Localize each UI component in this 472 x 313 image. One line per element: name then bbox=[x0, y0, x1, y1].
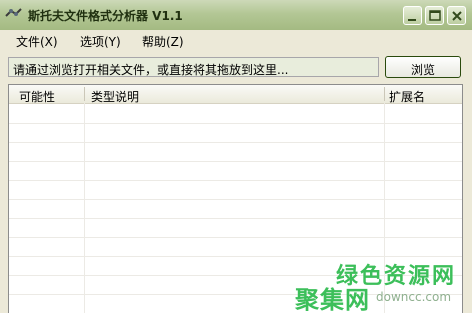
minimize-button[interactable] bbox=[403, 6, 422, 25]
app-window: 斯托夫文件格式分析器 V1.1 文件(X) 选项(Y) 帮助(Z) 请通过浏览打… bbox=[0, 0, 472, 313]
window-title: 斯托夫文件格式分析器 V1.1 bbox=[28, 9, 183, 23]
menu-options[interactable]: 选项(Y) bbox=[80, 33, 121, 50]
list-header: 可能性 类型说明 扩展名 bbox=[9, 85, 462, 105]
maximize-icon bbox=[429, 10, 441, 21]
close-button[interactable] bbox=[447, 6, 466, 25]
grid-line bbox=[9, 256, 462, 257]
grid-line bbox=[9, 142, 462, 143]
column-separator[interactable] bbox=[384, 87, 385, 101]
grid-line bbox=[9, 180, 462, 181]
column-header-possibility[interactable]: 可能性 bbox=[19, 88, 55, 105]
app-icon bbox=[5, 7, 22, 21]
watermark-url: downcc.com bbox=[376, 290, 452, 304]
minimize-icon bbox=[408, 19, 416, 21]
grid-line bbox=[84, 103, 85, 313]
column-header-extension[interactable]: 扩展名 bbox=[389, 88, 425, 105]
menu-bar: 文件(X) 选项(Y) 帮助(Z) bbox=[0, 30, 472, 50]
browse-button[interactable]: 浏览 bbox=[385, 56, 461, 78]
menu-help[interactable]: 帮助(Z) bbox=[142, 33, 184, 50]
path-field[interactable]: 请通过浏览打开相关文件，或直接将其拖放到这里... bbox=[8, 57, 379, 77]
title-bar[interactable]: 斯托夫文件格式分析器 V1.1 bbox=[0, 0, 472, 31]
close-icon bbox=[452, 11, 462, 21]
browse-button-label: 浏览 bbox=[410, 63, 435, 77]
path-field-text: 请通过浏览打开相关文件，或直接将其拖放到这里... bbox=[13, 63, 289, 77]
menu-file[interactable]: 文件(X) bbox=[16, 33, 58, 50]
grid-line bbox=[9, 123, 462, 124]
grid-line bbox=[9, 237, 462, 238]
grid-line bbox=[9, 199, 462, 200]
column-separator[interactable] bbox=[84, 87, 85, 101]
grid-line bbox=[9, 218, 462, 219]
column-header-type-description[interactable]: 类型说明 bbox=[91, 88, 139, 105]
maximize-button[interactable] bbox=[425, 6, 444, 25]
watermark-logo: 聚集网 bbox=[295, 286, 370, 313]
grid-line bbox=[9, 161, 462, 162]
